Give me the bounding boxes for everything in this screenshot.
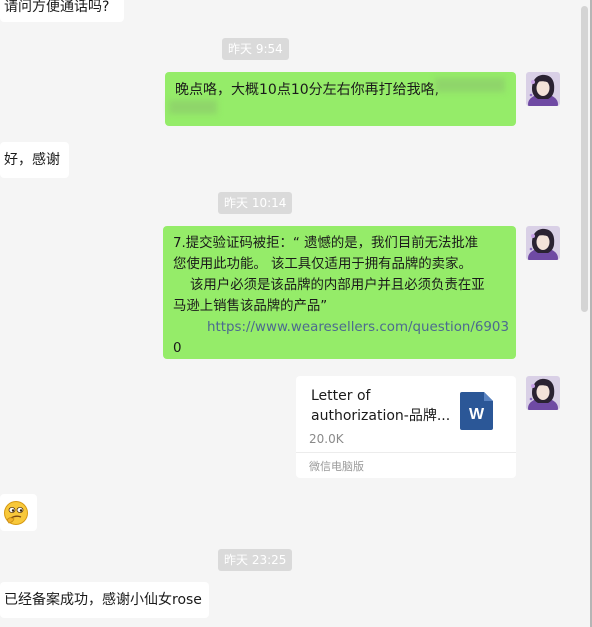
avatar[interactable]: [526, 226, 560, 260]
message-text-line: 0: [173, 341, 182, 356]
avatar[interactable]: [526, 376, 560, 410]
message-text: 已经备案成功，感谢小仙女rose: [4, 592, 202, 608]
message-text-line: 该用户必须是该品牌的内部用户并且必须负责在亚: [173, 278, 485, 293]
file-name-line: Letter of: [311, 388, 371, 404]
timestamp: 昨天 9:54: [222, 38, 289, 60]
message-text-line: 马逊上销售该品牌的产品”: [173, 299, 328, 314]
message-text-line: 7.提交验证码被拒：“ 遗憾的是，我们目前无法批准: [173, 236, 479, 251]
timestamp: 昨天 10:14: [218, 192, 293, 214]
scrollbar-thumb[interactable]: [581, 6, 588, 312]
outgoing-message[interactable]: 7.提交验证码被拒：“ 遗憾的是，我们目前无法批准 您使用此功能。 该工具仅适用…: [163, 226, 516, 359]
message-text-line: 您使用此功能。 该工具仅适用于拥有品牌的卖家。: [173, 257, 472, 272]
thinking-face-icon: [4, 501, 28, 525]
incoming-message[interactable]: 请问方便通话吗?: [0, 0, 124, 22]
chat-area: 请问方便通话吗? 昨天 9:54 晚点咯，大概10点10分左右你再打给我咯, 好…: [0, 0, 592, 627]
incoming-emoji-message[interactable]: [0, 494, 37, 531]
avatar-image: [526, 376, 560, 410]
avatar[interactable]: [526, 72, 560, 106]
redacted-text: [435, 78, 505, 92]
word-document-icon: W: [460, 392, 493, 430]
divider: [296, 452, 516, 453]
message-text: 晚点咯，大概10点10分左右你再打给我咯,: [175, 82, 440, 98]
avatar-image: [526, 72, 560, 106]
timestamp: 昨天 23:25: [218, 549, 293, 571]
file-source-label: 微信电脑版: [309, 460, 364, 473]
redacted-text: [169, 100, 217, 114]
file-message-card[interactable]: Letter of authorization-品牌... W 20.0K 微信…: [296, 376, 516, 478]
incoming-message[interactable]: 好，感谢: [0, 142, 69, 178]
message-text: 请问方便通话吗?: [4, 0, 110, 15]
incoming-message[interactable]: 已经备案成功，感谢小仙女rose: [0, 582, 209, 618]
message-text: 好，感谢: [4, 152, 60, 168]
avatar-image: [526, 226, 560, 260]
file-name: Letter of authorization-品牌...: [311, 386, 451, 426]
file-size: 20.0K: [309, 432, 344, 446]
outgoing-message[interactable]: 晚点咯，大概10点10分左右你再打给我咯,: [165, 72, 516, 126]
svg-text:W: W: [469, 406, 485, 423]
file-name-line: authorization-品牌...: [311, 408, 451, 424]
message-link[interactable]: https://www.wearesellers.com/question/69…: [173, 317, 516, 338]
